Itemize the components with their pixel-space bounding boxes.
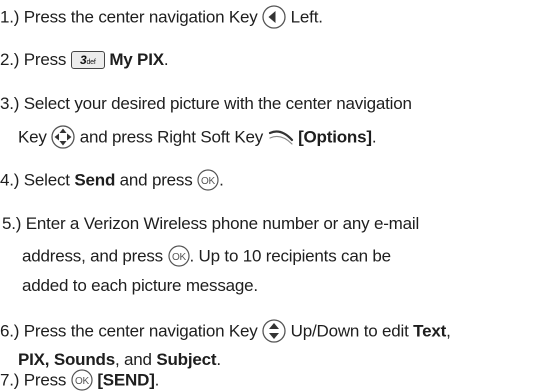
step-number: 5.) bbox=[2, 214, 22, 233]
step-5-cont-2: added to each picture message. bbox=[22, 276, 258, 296]
nav-left-icon bbox=[262, 5, 286, 29]
step-7: 7.) Press OK [SEND]. bbox=[0, 369, 160, 391]
step-text: Select your desired picture with the cen… bbox=[23, 94, 412, 113]
step-text: added to each picture message. bbox=[22, 276, 258, 295]
step-4: 4.) Select Send and press OK . bbox=[0, 169, 224, 191]
text-label: Text bbox=[413, 321, 447, 341]
step-text: Enter a Verizon Wireless phone number or… bbox=[25, 214, 420, 233]
step-number: 2.) bbox=[0, 50, 20, 69]
instructions-document: 1.) Press the center navigation Key Left… bbox=[0, 0, 535, 392]
send-label: Send bbox=[74, 170, 116, 190]
step-text: Select bbox=[23, 170, 70, 190]
sounds-label: Sounds bbox=[53, 350, 115, 369]
step-6: 6.) Press the center navigation Key Up/D… bbox=[0, 319, 451, 344]
svg-text:OK: OK bbox=[201, 176, 216, 187]
step-text: Key bbox=[18, 127, 47, 147]
nav-four-way-icon bbox=[51, 125, 75, 149]
step-text: Press bbox=[23, 370, 67, 390]
ok-key-icon: OK bbox=[167, 245, 190, 267]
svg-text:OK: OK bbox=[171, 252, 186, 263]
options-label: [Options] bbox=[298, 127, 372, 147]
step-text: address, and press bbox=[22, 246, 163, 266]
ok-key-icon: OK bbox=[197, 169, 219, 191]
step-5: 5.) Enter a Verizon Wireless phone numbe… bbox=[2, 214, 419, 234]
pix-label: PIX, bbox=[18, 350, 50, 369]
step-number: 1.) bbox=[0, 7, 20, 27]
step-text: Press bbox=[23, 50, 67, 69]
step-number: 6.) bbox=[0, 321, 20, 341]
step-number: 7.) bbox=[0, 370, 20, 390]
step-text: and press bbox=[119, 170, 193, 190]
nav-up-down-icon bbox=[262, 319, 286, 343]
step-text: . Up to 10 recipients can be bbox=[189, 246, 392, 266]
right-soft-key-icon bbox=[268, 128, 294, 146]
subject-label: Subject bbox=[156, 350, 217, 369]
step-3-cont: Key and press Right Soft Key [Options]. bbox=[18, 125, 377, 150]
step-1: 1.) Press the center navigation Key Left… bbox=[0, 5, 323, 30]
step-5-cont-1: address, and press OK . Up to 10 recipie… bbox=[22, 245, 392, 268]
menu-name-my-pix: My PIX bbox=[109, 50, 164, 69]
ok-key-icon: OK bbox=[71, 369, 93, 391]
step-text: Press the center navigation Key bbox=[23, 321, 258, 341]
svg-text:OK: OK bbox=[75, 376, 90, 387]
step-number: 4.) bbox=[0, 170, 20, 190]
step-2: 2.) Press 3def My PIX. bbox=[0, 50, 169, 69]
step-3: 3.) Select your desired picture with the… bbox=[0, 94, 412, 114]
send-key-label: [SEND] bbox=[97, 370, 155, 390]
step-text: Press the center navigation Key bbox=[23, 7, 258, 27]
step-number: 3.) bbox=[0, 94, 20, 113]
step-text: Left. bbox=[290, 7, 323, 27]
step-text: and press Right Soft Key bbox=[79, 127, 264, 147]
step-6-cont: PIX, Sounds, and Subject. bbox=[18, 350, 221, 369]
key-3-def-icon: 3def bbox=[70, 50, 105, 69]
step-text: Up/Down to edit bbox=[290, 321, 409, 341]
